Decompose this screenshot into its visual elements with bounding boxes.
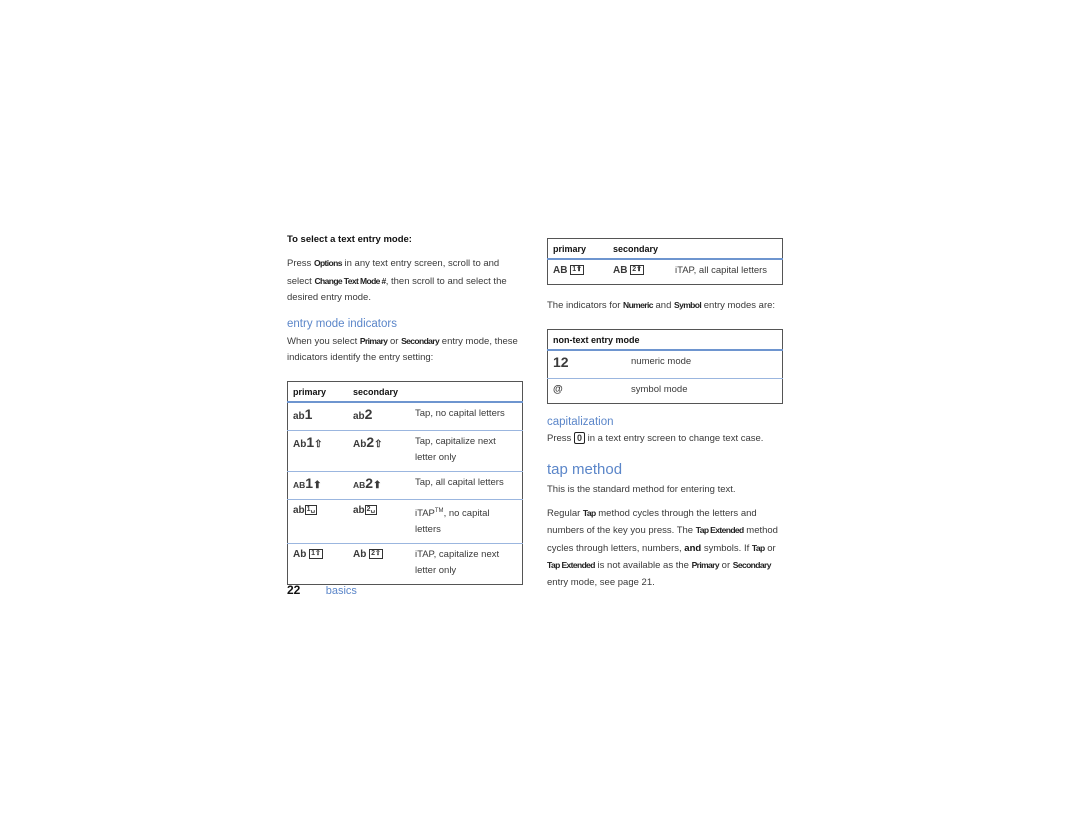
non-text-intro-paragraph: The indicators for Numeric and Symbol en… [547,300,776,311]
right-column: primary secondary AB 1⬆ AB 2⬆ iTAP, all … [547,238,783,591]
numeric-indicator: 12 [547,349,626,378]
tap-method-intro: This is the standard method for entering… [547,484,736,495]
primary-indicator: AB1⬆ [287,470,348,499]
secondary-indicator: AB2⬆ [348,470,410,499]
header-primary: primary [287,381,348,403]
entry-mode-indicators-table: primary secondary ab1 ab2 Tap, no capita… [287,380,523,585]
shift-once-icon: ⇧ [314,438,323,450]
table-row: @ symbol mode [547,377,783,403]
mode-description: Tap, no capital letters [410,401,523,430]
mode-description: Tap, capitalize next letter only [410,429,523,471]
mode-description: iTAPTM, no capital letters [410,498,523,544]
itap-shift-key-icon: 1⇧ [309,549,323,560]
header-non-text-entry-mode: non-text entry mode [547,329,783,351]
caps-lock-icon: ⬆ [373,479,382,491]
mode-description: numeric mode [626,349,783,378]
left-column: To select a text entry mode: Press Optio… [287,234,523,585]
secondary-indicator: ab2 [348,401,410,430]
table-header-row: primary secondary [547,238,783,260]
header-secondary: secondary [608,238,670,260]
table-row: Ab1⇧ Ab2⇧ Tap, capitalize next letter on… [287,429,523,471]
primary-indicator: Ab1⇧ [287,429,348,471]
itap-key-icon: 2␣ [364,504,378,515]
itap-key-icon: 1␣ [304,504,318,515]
table-row: Ab 1⇧ Ab 2⇧ iTAP, capitalize next letter… [287,542,523,585]
primary-indicator: AB 1⬆ [547,258,608,285]
section-title-entry-mode-indicators: entry mode indicators [287,317,397,330]
secondary-indicator: Ab 2⇧ [348,542,410,585]
table-row: AB 1⬆ AB 2⬆ iTAP, all capital letters [547,258,783,285]
table-row: AB1⬆ AB2⬆ Tap, all capital letters [287,470,523,499]
mode-description: symbol mode [626,377,783,403]
caps-lock-icon: ⬆ [313,479,322,491]
itap-caps-table: primary secondary AB 1⬆ AB 2⬆ iTAP, all … [547,238,783,285]
section-name: basics [325,585,357,597]
table-header-row: primary secondary [287,381,523,403]
secondary-indicator: ab 2␣ [348,498,410,544]
table-header-row: non-text entry mode [547,329,783,351]
mode-description: iTAP, all capital letters [670,258,783,285]
table-row: ab 1␣ ab 2␣ iTAPTM, no capital letters [287,498,523,544]
page-footer: 22 basics [287,583,357,597]
mode-description: iTAP, capitalize next letter only [410,542,523,585]
primary-indicator: Ab 1⇧ [287,542,348,585]
capitalization-paragraph: Press 0 in a text entry screen to change… [547,431,764,444]
itap-caps-key-icon: 2⬆ [630,265,644,276]
header-secondary: secondary [348,381,410,403]
section-title-tap-method: tap method [547,461,623,478]
instruction-heading: To select a text entry mode: [287,234,412,245]
mode-description: Tap, all capital letters [410,470,523,499]
non-text-entry-table: non-text entry mode 12 numeric mode @ sy… [547,328,783,404]
section-title-capitalization: capitalization [547,415,614,428]
header-description [670,238,783,260]
instruction-paragraph: Press Options in any text entry screen, … [287,258,507,303]
primary-indicator: ab 1␣ [287,498,348,544]
tap-method-paragraph: Regular Tap method cycles through the le… [547,507,778,588]
header-primary: primary [547,238,608,260]
secondary-indicator: AB 2⬆ [608,258,670,285]
itap-caps-key-icon: 1⬆ [570,265,584,276]
primary-indicator: ab1 [287,401,348,430]
itap-shift-key-icon: 2⇧ [369,549,383,560]
table-row: 12 numeric mode [547,349,783,378]
table-row: ab1 ab2 Tap, no capital letters [287,401,523,430]
symbol-indicator: @ [547,377,626,403]
header-description [410,381,523,403]
secondary-indicator: Ab2⇧ [348,429,410,471]
indicators-paragraph: When you select Primary or Secondary ent… [287,335,518,364]
page-number: 22 [287,583,301,597]
shift-once-icon: ⇧ [374,438,383,450]
zero-key-icon: 0 [573,431,585,444]
